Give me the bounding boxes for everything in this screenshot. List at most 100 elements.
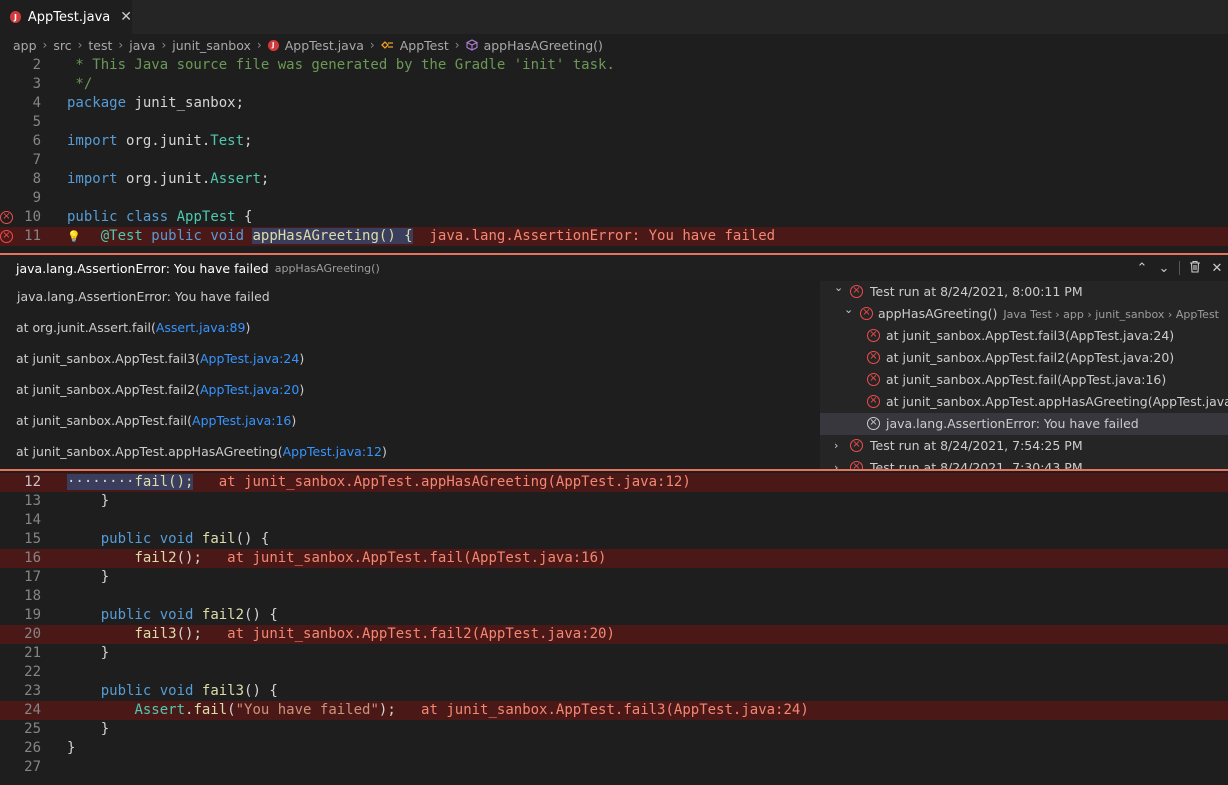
- code-line[interactable]: 9: [0, 189, 1228, 208]
- chevron-down-icon[interactable]: ⌄: [1153, 261, 1175, 276]
- stack-frame: at junit_sanbox.AppTest.appHasAGreeting(…: [16, 444, 387, 459]
- stack-frame-text: at junit_sanbox.AppTest.appHasAGreeting(: [16, 444, 283, 459]
- code-token: (: [227, 702, 236, 718]
- code-line[interactable]: × 10 public class AppTest {: [0, 208, 1228, 227]
- test-tree-item[interactable]: › × Test run at 8/24/2021, 7:30:43 PM: [820, 457, 1228, 469]
- test-tree-item[interactable]: × at junit_sanbox.AppTest.fail2(AppTest.j…: [820, 347, 1228, 369]
- code-token: );: [378, 702, 396, 718]
- code-line[interactable]: 7: [0, 151, 1228, 170]
- code-text: import org.junit.Test;: [67, 132, 252, 151]
- chevron-right-icon: ›: [77, 38, 83, 52]
- breadcrumb-item-src[interactable]: src: [53, 38, 71, 53]
- tab-apptest-java[interactable]: J AppTest.java ✕: [0, 0, 132, 34]
- code-line[interactable]: 22: [0, 663, 1228, 682]
- test-tree-item[interactable]: × at junit_sanbox.AppTest.appHasAGreeting…: [820, 391, 1228, 413]
- code-line[interactable]: 17 }: [0, 568, 1228, 587]
- stack-frame-link[interactable]: AppTest.java:12: [283, 444, 382, 459]
- error-icon: ×: [867, 373, 880, 386]
- code-line[interactable]: 14: [0, 511, 1228, 530]
- code-token: void: [159, 607, 194, 623]
- line-number: 6: [32, 133, 41, 149]
- chevron-down-icon[interactable]: ⌄: [844, 303, 853, 321]
- code-line[interactable]: 12 ········fail(); at junit_sanbox.AppTes…: [0, 473, 1228, 492]
- line-number: 13: [24, 493, 41, 509]
- code-line[interactable]: 21 }: [0, 644, 1228, 663]
- trash-icon[interactable]: [1184, 260, 1206, 277]
- code-token: fail: [201, 531, 236, 547]
- code-line[interactable]: 8 import org.junit.Assert;: [0, 170, 1228, 189]
- code-line[interactable]: × 11 @Test public void appHasAGreeting() …: [0, 227, 1228, 246]
- code-token: at junit_sanbox.AppTest.fail3(AppTest.ja…: [395, 702, 809, 718]
- code-line[interactable]: 2 * This Java source file was generated …: [0, 56, 1228, 75]
- code-line[interactable]: 26}: [0, 739, 1228, 758]
- stack-frame-link[interactable]: AppTest.java:24: [200, 351, 299, 366]
- breadcrumb-item-java[interactable]: java: [129, 38, 155, 53]
- test-tree-item[interactable]: × at junit_sanbox.AppTest.fail(AppTest.ja…: [820, 369, 1228, 391]
- line-number: 5: [32, 114, 41, 130]
- breadcrumb-item-app[interactable]: app: [13, 38, 37, 53]
- chevron-right-icon: ›: [118, 38, 124, 52]
- stack-frame-suffix: ): [299, 351, 305, 366]
- lightbulb-icon[interactable]: 💡: [67, 227, 81, 246]
- line-number: 14: [24, 512, 41, 528]
- breadcrumb-item-class[interactable]: AppTest: [400, 38, 449, 53]
- test-tree-item[interactable]: › × Test run at 8/24/2021, 7:54:25 PM: [820, 435, 1228, 457]
- peek-header: java.lang.AssertionError: You have faile…: [0, 255, 1228, 281]
- close-icon[interactable]: ✕: [1206, 261, 1228, 276]
- test-tree-item[interactable]: ⌄ × appHasAGreeting() Java Test › app › jun…: [820, 303, 1228, 325]
- code-token: () {: [244, 683, 278, 699]
- test-tree-label: Test run at 8/24/2021, 8:00:11 PM: [870, 281, 1083, 303]
- code-line[interactable]: 25 }: [0, 720, 1228, 739]
- close-icon[interactable]: ✕: [120, 9, 132, 25]
- code-line[interactable]: 27: [0, 758, 1228, 777]
- code-line[interactable]: 5: [0, 113, 1228, 132]
- code-line[interactable]: 3 */: [0, 75, 1228, 94]
- stack-frame: at junit_sanbox.AppTest.fail2(AppTest.ja…: [16, 382, 304, 397]
- peek-title: java.lang.AssertionError: You have faile…: [16, 260, 269, 276]
- breadcrumb-item-package[interactable]: junit_sanbox: [172, 38, 251, 53]
- breadcrumb-item-file[interactable]: AppTest.java: [285, 38, 364, 53]
- breadcrumb-item-test[interactable]: test: [88, 38, 112, 53]
- stack-frame-link[interactable]: Assert.java:89: [156, 320, 246, 335]
- stack-frame: at junit_sanbox.AppTest.fail(AppTest.jav…: [16, 413, 296, 428]
- test-tree-item[interactable]: × at junit_sanbox.AppTest.fail3(AppTest.j…: [820, 325, 1228, 347]
- code-line[interactable]: 4 package junit_sanbox;: [0, 94, 1228, 113]
- chevron-right-icon[interactable]: ›: [834, 435, 838, 457]
- code-token: ();: [176, 550, 202, 566]
- test-tree-item[interactable]: ⌄ × Test run at 8/24/2021, 8:00:11 PM: [820, 281, 1228, 303]
- code-token: at junit_sanbox.AppTest.fail(AppTest.jav…: [201, 550, 607, 566]
- test-tree-label: at junit_sanbox.AppTest.fail3(AppTest.ja…: [886, 325, 1174, 347]
- chevron-right-icon[interactable]: ›: [834, 457, 838, 469]
- breadcrumb-item-method[interactable]: appHasAGreeting(): [484, 38, 603, 53]
- stack-frame-link[interactable]: AppTest.java:20: [200, 382, 299, 397]
- code-line[interactable]: 20 fail3(); at junit_sanbox.AppTest.fail…: [0, 625, 1228, 644]
- line-number: 10: [24, 209, 41, 225]
- code-text: Assert.fail("You have failed"); at junit…: [67, 701, 809, 720]
- code-line[interactable]: 16 fail2(); at junit_sanbox.AppTest.fail…: [0, 549, 1228, 568]
- code-line[interactable]: 6 import org.junit.Test;: [0, 132, 1228, 151]
- test-tree-text: java.lang.AssertionError: You have faile…: [886, 416, 1139, 431]
- code-line[interactable]: 19 public void fail2() {: [0, 606, 1228, 625]
- test-tree-item[interactable]: × java.lang.AssertionError: You have fail…: [820, 413, 1228, 435]
- code-token: fail2: [134, 550, 177, 566]
- stack-frame-link[interactable]: AppTest.java:16: [192, 413, 291, 428]
- code-text: public void fail2() {: [67, 606, 278, 625]
- code-line[interactable]: 23 public void fail3() {: [0, 682, 1228, 701]
- chevron-up-icon[interactable]: ⌃: [1131, 261, 1153, 276]
- code-line[interactable]: 18: [0, 587, 1228, 606]
- code-line[interactable]: 13 }: [0, 492, 1228, 511]
- code-token: void: [159, 531, 194, 547]
- line-number: 20: [24, 626, 41, 642]
- code-text: fail2(); at junit_sanbox.AppTest.fail(Ap…: [67, 549, 606, 568]
- code-token: org.junit.: [117, 171, 211, 187]
- code-line[interactable]: 15 public void fail() {: [0, 530, 1228, 549]
- chevron-down-icon[interactable]: ⌄: [834, 281, 843, 299]
- code-line[interactable]: 24 Assert.fail("You have failed"); at ju…: [0, 701, 1228, 720]
- code-token: }: [67, 645, 110, 661]
- test-results-tree[interactable]: ⌄ × Test run at 8/24/2021, 8:00:11 PM ⌄ × app…: [820, 281, 1228, 469]
